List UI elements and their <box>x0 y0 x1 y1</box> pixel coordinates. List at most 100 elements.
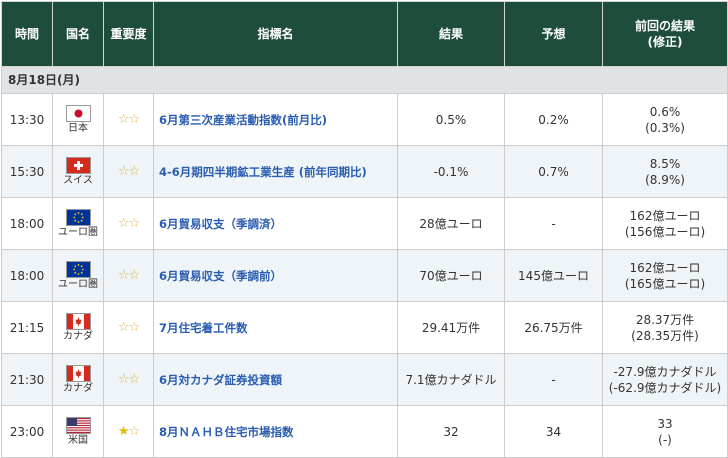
header-country: 国名 <box>52 1 104 67</box>
header-importance: 重要度 <box>103 1 154 67</box>
previous-value: 33 <box>657 416 673 431</box>
result-value: 70億ユーロ <box>397 249 505 302</box>
table-row: 18:00 ユーロ圏 ☆☆ 6月貿易収支（季調前） 70億ユーロ 145億ユーロ 162億ユ… <box>1 249 728 302</box>
event-time: 18:00 <box>1 249 53 302</box>
table-row: 18:00 ユーロ圏 ☆☆ 6月貿易収支（季調済） 28億ユーロ -162億ユーロ (156… <box>1 197 728 250</box>
country-name: カナダ <box>63 383 93 394</box>
us-flag-icon <box>65 417 91 434</box>
importance-stars: ☆☆ <box>103 301 154 354</box>
country-cell: カナダ <box>52 353 104 406</box>
star-outline-icon: ☆ <box>117 163 130 179</box>
indicator-link[interactable]: 6月第三次産業活動指数(前月比) <box>153 93 398 146</box>
result-value: 7.1億カナダドル <box>397 353 505 406</box>
economic-calendar-table: 時間 国名 重要度 指標名 結果 予想 前回の結果 (修正) 8月18日(月) … <box>1 1 728 458</box>
forecast-value: 26.75万件 <box>504 301 603 354</box>
country-cell: ユーロ圏 <box>52 249 104 302</box>
star-outline-icon: ☆ <box>128 423 141 439</box>
previous-revised-value: (28.35万件) <box>631 328 699 343</box>
indicator-link[interactable]: 6月対カナダ証券投資額 <box>153 353 398 406</box>
previous-cell: 162億ユーロ (156億ユーロ) <box>602 197 728 250</box>
previous-revised-value: (-62.9億カナダドル) <box>608 380 722 395</box>
previous-revised-value: (156億ユーロ) <box>624 224 706 239</box>
country-cell: 日本 <box>52 93 104 146</box>
header-indicator: 指標名 <box>153 1 398 67</box>
previous-cell: 0.6% (0.3%) <box>602 93 728 146</box>
importance-stars: ☆☆ <box>103 145 154 198</box>
ch-flag-icon <box>65 157 91 174</box>
header-time: 時間 <box>1 1 53 67</box>
event-time: 23:00 <box>1 405 53 458</box>
indicator-link[interactable]: 4-6月期四半期鉱工業生産 (前年同期比) <box>153 145 398 198</box>
table-row: 21:30 カナダ ☆☆ 6月対カナダ証券投資額 7.1億カナダドル - -27.9億カナダ… <box>1 353 728 406</box>
country-name: スイス <box>63 175 93 186</box>
country-cell: スイス <box>52 145 104 198</box>
star-outline-icon: ☆ <box>128 111 141 127</box>
country-name: カナダ <box>63 331 93 342</box>
event-time: 21:30 <box>1 353 53 406</box>
previous-revised-value: (165億ユーロ) <box>624 276 706 291</box>
indicator-link[interactable]: 6月貿易収支（季調前） <box>153 249 398 302</box>
star-outline-icon: ☆ <box>128 371 141 387</box>
eu-flag-icon <box>65 209 91 226</box>
forecast-value: 145億ユーロ <box>504 249 603 302</box>
previous-value: -27.9億カナダドル <box>613 364 717 379</box>
indicator-link[interactable]: 6月貿易収支（季調済） <box>153 197 398 250</box>
previous-revised-value: (0.3%) <box>645 120 685 135</box>
country-name: 日本 <box>68 123 88 134</box>
table-row: 15:30 スイス ☆☆ 4-6月期四半期鉱工業生産 (前年同期比) -0.1% 0.7%… <box>1 145 728 198</box>
table-row: 21:15 カナダ ☆☆ 7月住宅着工件数 29.41万件 26.75万件 28.37万件(… <box>1 301 728 354</box>
star-outline-icon: ☆ <box>117 215 130 231</box>
importance-stars: ☆☆ <box>103 249 154 302</box>
previous-cell: 8.5% (8.9%) <box>602 145 728 198</box>
date-label: 8月18日(月) <box>1 66 728 94</box>
star-outline-icon: ☆ <box>117 319 130 335</box>
event-time: 15:30 <box>1 145 53 198</box>
result-value: 0.5% <box>397 93 505 146</box>
previous-cell: -27.9億カナダドル (-62.9億カナダドル) <box>602 353 728 406</box>
importance-stars: ☆☆ <box>103 93 154 146</box>
country-name: 米国 <box>68 435 88 446</box>
header-previous: 前回の結果 (修正) <box>602 1 728 67</box>
country-name: ユーロ圏 <box>58 227 98 238</box>
result-value: -0.1% <box>397 145 505 198</box>
country-cell: カナダ <box>52 301 104 354</box>
result-value: 32 <box>397 405 505 458</box>
header-row: 時間 国名 重要度 指標名 結果 予想 前回の結果 (修正) <box>1 1 728 67</box>
ca-flag-icon <box>65 365 91 382</box>
event-time: 21:15 <box>1 301 53 354</box>
header-result: 結果 <box>397 1 505 67</box>
star-outline-icon: ☆ <box>128 215 141 231</box>
previous-revised-value: (8.9%) <box>645 172 685 187</box>
previous-value: 0.6% <box>649 104 681 119</box>
forecast-value: 34 <box>504 405 603 458</box>
forecast-value: 0.7% <box>504 145 603 198</box>
event-time: 18:00 <box>1 197 53 250</box>
star-outline-icon: ☆ <box>128 267 141 283</box>
star-outline-icon: ☆ <box>128 163 141 179</box>
result-value: 29.41万件 <box>397 301 505 354</box>
importance-stars: ☆☆ <box>103 197 154 250</box>
forecast-value: 0.2% <box>504 93 603 146</box>
previous-value: 8.5% <box>649 156 681 171</box>
indicator-link[interactable]: 8月ＮＡＨＢ住宅市場指数 <box>153 405 398 458</box>
table-row: 13:30 日本 ☆☆ 6月第三次産業活動指数(前月比) 0.5% 0.2% 0.6% (0.… <box>1 93 728 146</box>
result-value: 28億ユーロ <box>397 197 505 250</box>
previous-cell: 33 (-) <box>602 405 728 458</box>
country-cell: 米国 <box>52 405 104 458</box>
eu-flag-icon <box>65 261 91 278</box>
previous-cell: 28.37万件 (28.35万件) <box>602 301 728 354</box>
previous-revised-value: (-) <box>658 432 672 447</box>
star-outline-icon: ☆ <box>117 111 130 127</box>
event-time: 13:30 <box>1 93 53 146</box>
star-outline-icon: ☆ <box>117 371 130 387</box>
star-outline-icon: ☆ <box>128 319 141 335</box>
forecast-value: - <box>504 197 603 250</box>
previous-value: 162億ユーロ <box>629 260 701 275</box>
forecast-value: - <box>504 353 603 406</box>
country-cell: ユーロ圏 <box>52 197 104 250</box>
jp-flag-icon <box>65 105 91 122</box>
ca-flag-icon <box>65 313 91 330</box>
indicator-link[interactable]: 7月住宅着工件数 <box>153 301 398 354</box>
previous-cell: 162億ユーロ (165億ユーロ) <box>602 249 728 302</box>
star-filled-icon: ★ <box>117 423 130 439</box>
